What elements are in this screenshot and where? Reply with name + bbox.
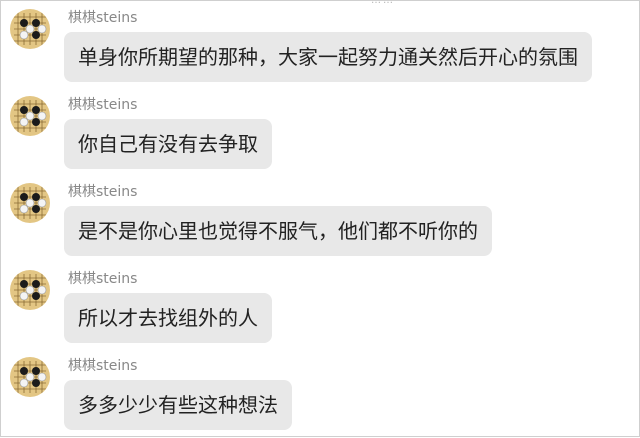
message-bubble[interactable]: 你自己有没有去争取 — [64, 119, 272, 169]
go-board-avatar-icon — [10, 183, 50, 223]
sender-avatar[interactable] — [10, 9, 50, 49]
go-board-avatar-icon — [10, 9, 50, 49]
sender-avatar[interactable] — [10, 183, 50, 223]
sender-avatar[interactable] — [10, 357, 50, 397]
message-bubble[interactable]: 所以才去找组外的人 — [64, 293, 272, 343]
sender-name: 棋棋steins — [68, 271, 138, 287]
go-board-avatar-icon — [10, 96, 50, 136]
message-bubble[interactable]: 是不是你心里也觉得不服气，他们都不听你的 — [64, 206, 492, 256]
go-board-avatar-icon — [10, 270, 50, 310]
sender-name: 棋棋steins — [68, 358, 138, 374]
message-bubble[interactable]: 单身你所期望的那种，大家一起努力通关然后开心的氛围 — [64, 32, 592, 82]
chat-message-list: 棋棋steins 单身你所期望的那种，大家一起努力通关然后开心的氛围 棋棋ste… — [1, 1, 640, 438]
sender-name: 棋棋steins — [68, 10, 138, 26]
sender-avatar[interactable] — [10, 270, 50, 310]
sender-name: 棋棋steins — [68, 97, 138, 113]
message-bubble[interactable]: 多多少少有些这种想法 — [64, 380, 292, 430]
sender-name: 棋棋steins — [68, 184, 138, 200]
go-board-avatar-icon — [10, 357, 50, 397]
sender-avatar[interactable] — [10, 96, 50, 136]
